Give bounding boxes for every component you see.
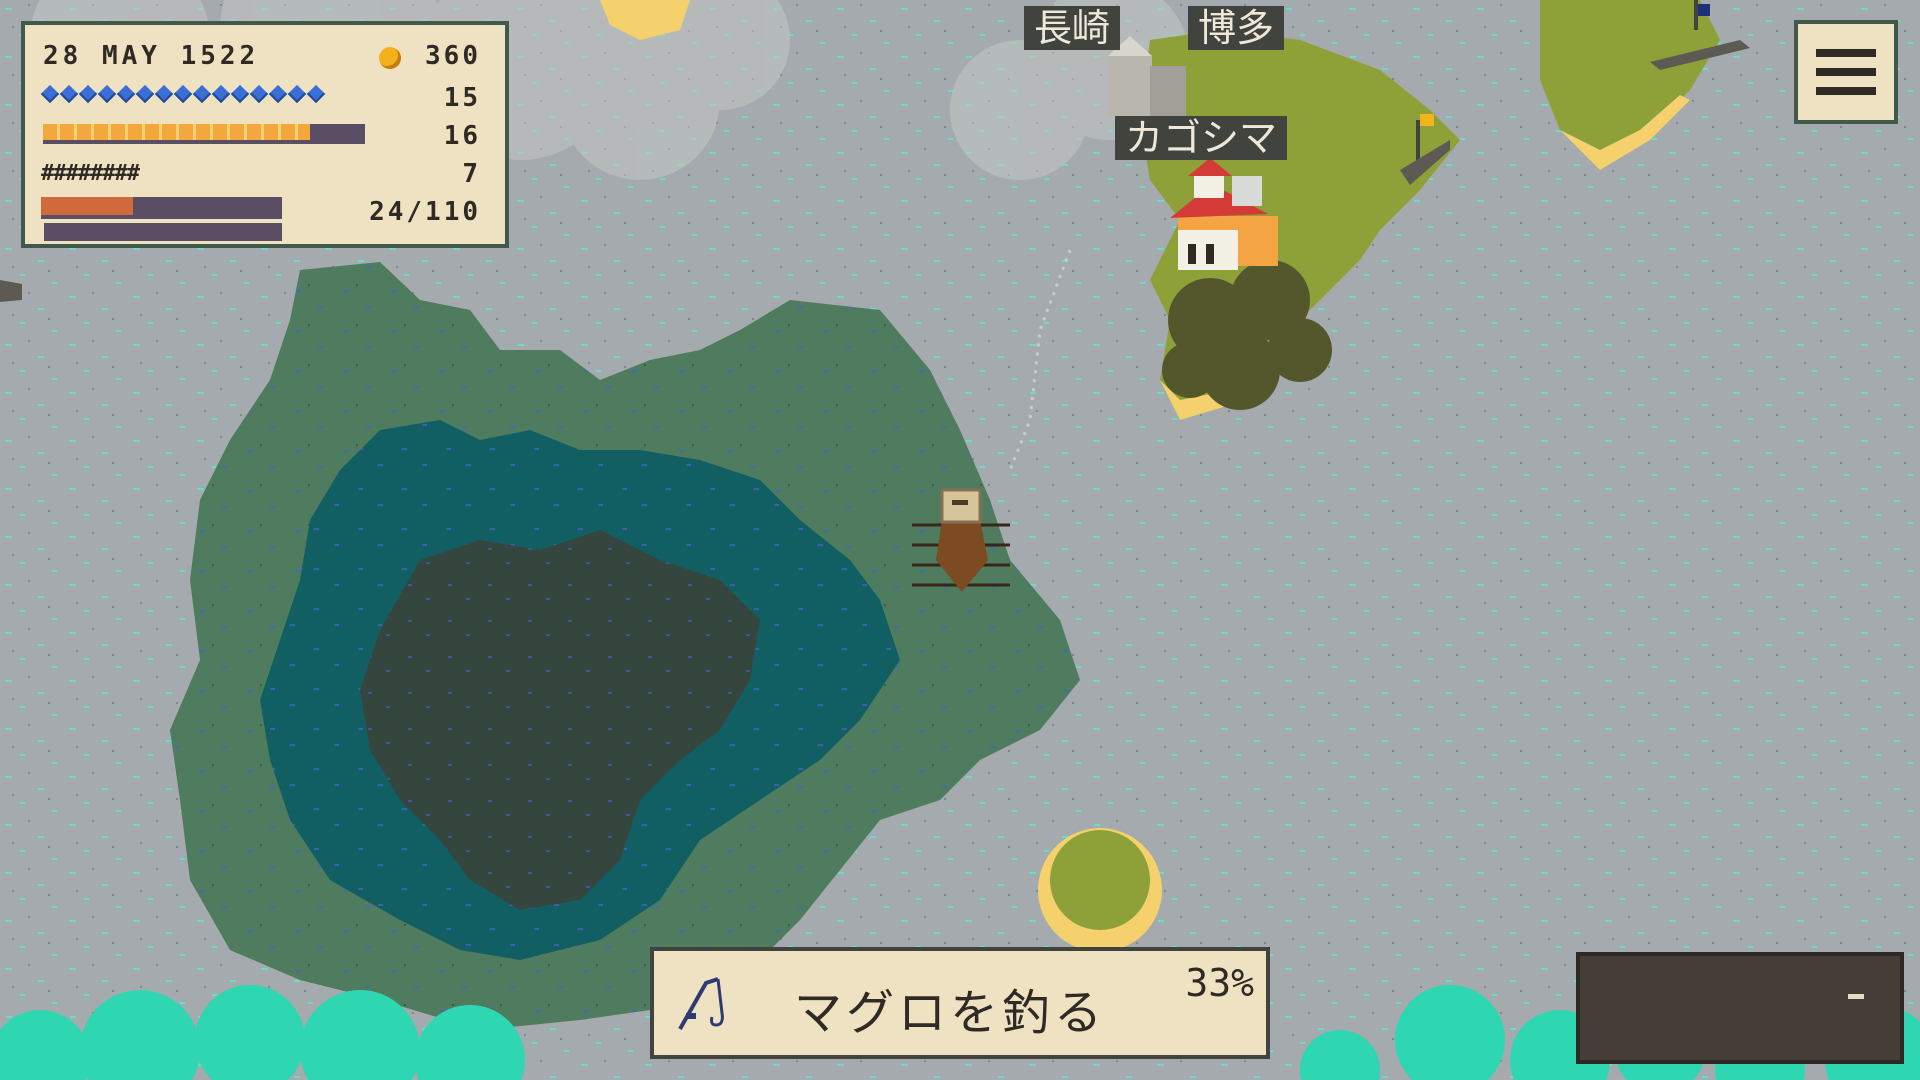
cannon-count: 7 xyxy=(462,159,481,189)
menu-line xyxy=(1816,68,1876,76)
gold-amount: 360 xyxy=(425,41,481,71)
crew-member-icon xyxy=(173,84,193,104)
fishing-action-button[interactable]: マグロを釣る 33% xyxy=(650,947,1270,1059)
menu-line xyxy=(1816,87,1876,95)
crew-member-icon xyxy=(230,84,250,104)
cargo-bar-fill xyxy=(41,197,133,215)
island-south-small xyxy=(1038,828,1162,952)
menu-line xyxy=(1816,49,1876,57)
town-label-kagoshima[interactable]: カゴシマ xyxy=(1115,116,1288,160)
crew-member-icon xyxy=(59,84,79,104)
crew-member-icon xyxy=(211,84,231,104)
town-label-hakata[interactable]: 博多 xyxy=(1188,6,1285,50)
hamburger-menu-icon[interactable] xyxy=(1794,20,1898,124)
crew-member-icon xyxy=(306,84,326,104)
crew-member-icon xyxy=(116,84,136,104)
crew-member-icon xyxy=(135,84,155,104)
current-date: 28 MAY 1522 xyxy=(43,41,260,71)
minimap-marker xyxy=(1848,994,1864,999)
crew-member-icon xyxy=(78,84,98,104)
crew-icons xyxy=(40,84,326,104)
crew-member-icon xyxy=(268,84,288,104)
action-label: マグロを釣る xyxy=(794,985,1107,1041)
food-bar-fill xyxy=(43,124,311,140)
cargo-bar-secondary xyxy=(44,223,282,241)
minimap-panel[interactable] xyxy=(1576,952,1904,1064)
cargo-amount: 24/110 xyxy=(369,197,481,227)
crew-member-icon xyxy=(287,84,307,104)
action-progress: 33% xyxy=(1185,961,1254,1005)
crew-count: 15 xyxy=(443,83,481,113)
crew-row xyxy=(40,84,326,111)
crew-member-icon xyxy=(249,84,269,104)
gold-coin-icon xyxy=(379,47,401,69)
cargo-bar xyxy=(41,197,282,219)
town-label-nagasaki[interactable]: 長崎 xyxy=(1024,6,1121,50)
fishing-rod-icon xyxy=(678,977,724,1030)
crew-member-icon xyxy=(97,84,117,104)
status-panel: 28 MAY 1522 360 15 16 ######## 7 24/110 xyxy=(21,21,509,248)
crew-member-icon xyxy=(192,84,212,104)
food-bar xyxy=(43,124,365,144)
crew-member-icon xyxy=(40,84,60,104)
food-count: 16 xyxy=(443,121,481,151)
crew-member-icon xyxy=(154,84,174,104)
cannon-icons: ######## xyxy=(41,161,140,186)
